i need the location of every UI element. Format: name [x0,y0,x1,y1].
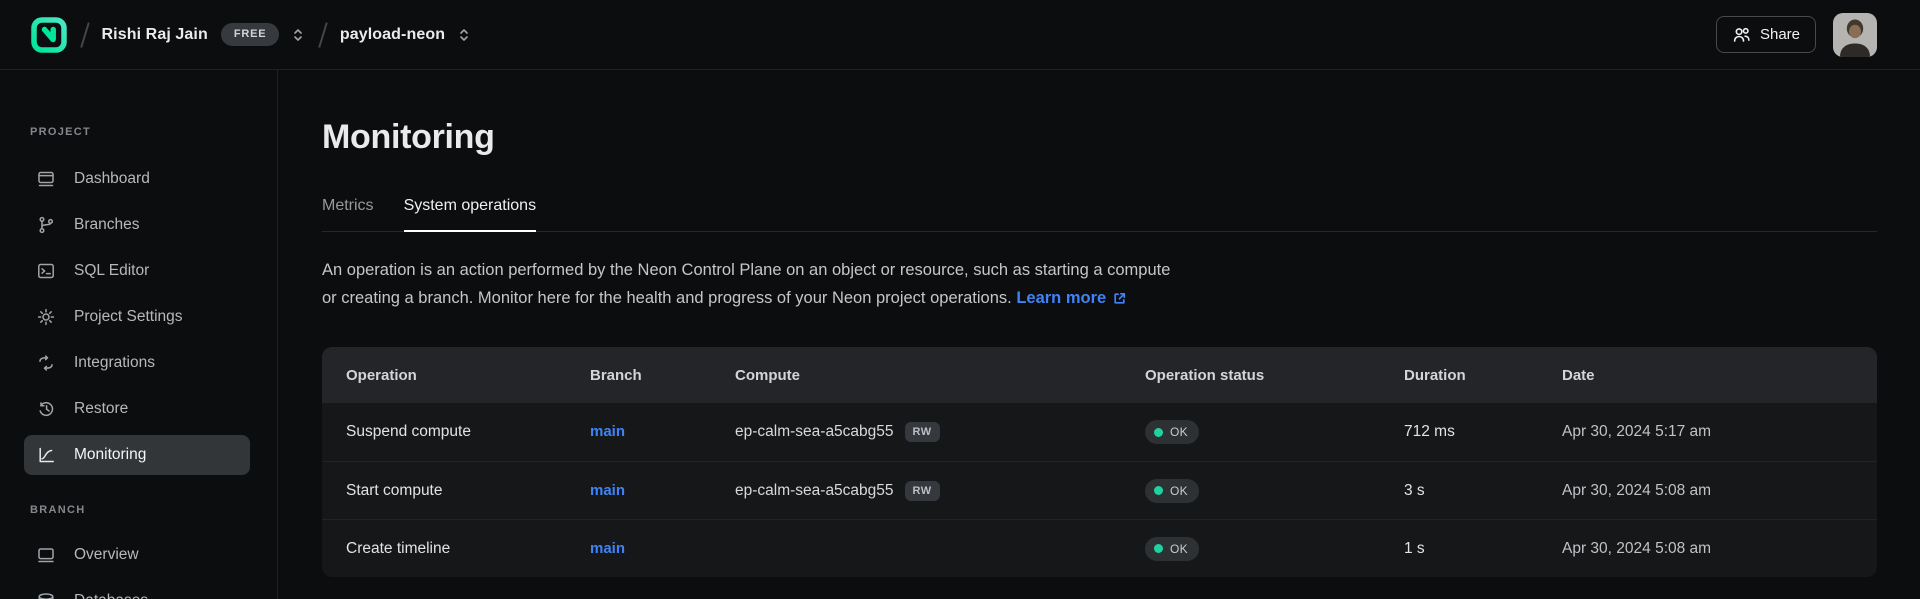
project-name[interactable]: payload-neon [340,26,445,44]
integrations-icon [36,353,56,373]
sidebar-item-branches[interactable]: Branches [0,202,260,248]
sidebar-item-overview[interactable]: Overview [0,532,260,578]
breadcrumb: Rishi Raj Jain FREE payload-neon [30,16,472,54]
page-title: Monitoring [322,118,495,157]
status-ok-dot-icon [1154,544,1163,553]
sidebar-item-project-settings[interactable]: Project Settings [0,294,260,340]
status-cell: OK [1145,420,1404,444]
sidebar-item-label: SQL Editor [74,262,149,280]
monitoring-chart-icon [36,445,56,465]
table-header-row: Operation Branch Compute Operation statu… [322,347,1877,403]
tab-metrics[interactable]: Metrics [322,197,374,232]
compute-cell: ep-calm-sea-a5cabg55 RW [735,422,1145,442]
share-button[interactable]: Share [1716,16,1816,53]
operations-description: An operation is an action performed by t… [322,257,1170,312]
sidebar-item-dashboard[interactable]: Dashboard [0,156,260,202]
branch-link[interactable]: main [590,482,625,499]
tab-system-operations[interactable]: System operations [404,197,537,232]
operation-cell: Suspend compute [322,423,590,441]
account-name[interactable]: Rishi Raj Jain [102,26,208,44]
duration-cell: 712 ms [1404,423,1562,441]
column-header-duration: Duration [1404,367,1562,384]
operation-cell: Create timeline [322,540,590,558]
sidebar-section-branch: BRANCH [30,504,85,516]
branch-link[interactable]: main [590,423,625,440]
status-cell: OK [1145,537,1404,561]
operation-cell: Start compute [322,482,590,500]
sidebar-item-label: Overview [74,546,139,564]
sidebar-item-label: Project Settings [74,308,183,326]
learn-more-link[interactable]: Learn more [1016,285,1127,313]
date-cell: Apr 30, 2024 5:17 am [1562,423,1877,441]
databases-icon [36,591,56,599]
project-selector-chevron-icon[interactable] [456,26,472,44]
sidebar-item-label: Monitoring [74,446,146,464]
branches-icon [36,215,56,235]
compute-cell: ep-calm-sea-a5cabg55 RW [735,481,1145,501]
status-ok-dot-icon [1154,486,1163,495]
sidebar-section-project: PROJECT [30,126,91,138]
duration-cell: 3 s [1404,482,1562,500]
date-cell: Apr 30, 2024 5:08 am [1562,540,1877,558]
overview-icon [36,545,56,565]
sidebar-item-monitoring[interactable]: Monitoring [24,435,250,475]
sidebar-item-integrations[interactable]: Integrations [0,340,260,386]
status-badge: OK [1145,420,1199,444]
settings-gear-icon [36,307,56,327]
share-button-label: Share [1760,26,1800,43]
share-people-icon [1732,25,1751,44]
breadcrumb-separator [80,22,89,47]
compute-rw-badge: RW [905,481,940,501]
status-cell: OK [1145,479,1404,503]
description-line-2: or creating a branch. Monitor here for t… [322,285,1170,313]
sidebar-item-databases[interactable]: Databases [0,578,260,599]
tab-bar: Metrics System operations [322,197,1877,232]
sidebar-item-sql-editor[interactable]: SQL Editor [0,248,260,294]
external-link-icon [1112,291,1127,306]
sidebar-item-label: Integrations [74,354,155,372]
column-header-operation-status: Operation status [1145,367,1404,384]
sidebar-item-label: Branches [74,216,139,234]
table-row: Suspend compute main ep-calm-sea-a5cabg5… [322,403,1877,461]
sidebar: PROJECT Dashboard Branches SQL Editor Pr… [0,70,278,599]
branch-link[interactable]: main [590,540,625,557]
duration-cell: 1 s [1404,540,1562,558]
sidebar-item-label: Dashboard [74,170,150,188]
status-badge: OK [1145,479,1199,503]
column-header-date: Date [1562,367,1877,384]
user-avatar[interactable] [1833,13,1877,57]
table-row: Start compute main ep-calm-sea-a5cabg55 … [322,461,1877,519]
column-header-compute: Compute [735,367,1145,384]
sidebar-item-label: Restore [74,400,128,418]
plan-badge: FREE [221,23,280,46]
table-row: Create timeline main OK 1 s Apr 30, 2024… [322,519,1877,577]
operations-table: Operation Branch Compute Operation statu… [322,347,1877,577]
status-ok-dot-icon [1154,428,1163,437]
topbar-actions: Share [1716,13,1877,57]
sidebar-item-restore[interactable]: Restore [0,386,260,432]
account-selector-chevron-icon[interactable] [290,26,306,44]
dashboard-icon [36,169,56,189]
restore-history-icon [36,399,56,419]
neon-logo-icon[interactable] [30,16,68,54]
description-line-1: An operation is an action performed by t… [322,257,1170,285]
date-cell: Apr 30, 2024 5:08 am [1562,482,1877,500]
compute-rw-badge: RW [905,422,940,442]
breadcrumb-separator [319,22,328,47]
column-header-branch: Branch [590,367,735,384]
sidebar-item-label: Databases [74,592,148,599]
column-header-operation: Operation [322,367,590,384]
sql-editor-icon [36,261,56,281]
top-bar: Rishi Raj Jain FREE payload-neon [0,0,1920,70]
status-badge: OK [1145,537,1199,561]
